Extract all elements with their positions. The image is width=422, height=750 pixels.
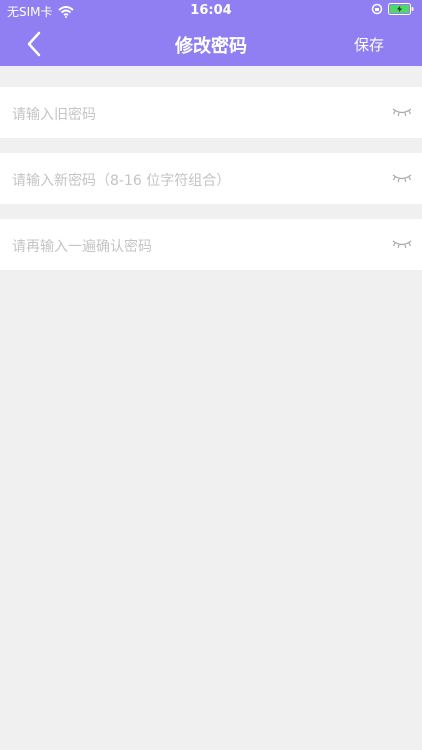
save-button[interactable]: 保存	[354, 34, 384, 55]
confirm-password-placeholder: 请再输入一遍确认密码	[12, 239, 152, 255]
eye-closed-icon[interactable]	[392, 106, 412, 118]
status-time: 16:04	[190, 3, 232, 18]
rotation-lock-icon	[371, 3, 383, 15]
new-password-field[interactable]: 请输入新密码（8-16 位字符组合）	[0, 153, 422, 204]
confirm-password-field[interactable]: 请再输入一遍确认密码	[0, 219, 422, 270]
eye-closed-icon[interactable]	[392, 238, 412, 250]
old-password-placeholder: 请输入旧密码	[12, 107, 96, 123]
eye-closed-icon[interactable]	[392, 172, 412, 184]
battery-icon	[388, 3, 414, 15]
header: 无SIM卡 16:04 修改密码 保存	[0, 0, 422, 66]
old-password-field[interactable]: 请输入旧密码	[0, 87, 422, 138]
new-password-placeholder: 请输入新密码（8-16 位字符组合）	[12, 173, 231, 189]
status-bar: 无SIM卡 16:04	[0, 0, 422, 22]
nav-bar: 修改密码 保存	[0, 22, 422, 66]
right-status	[371, 3, 414, 15]
